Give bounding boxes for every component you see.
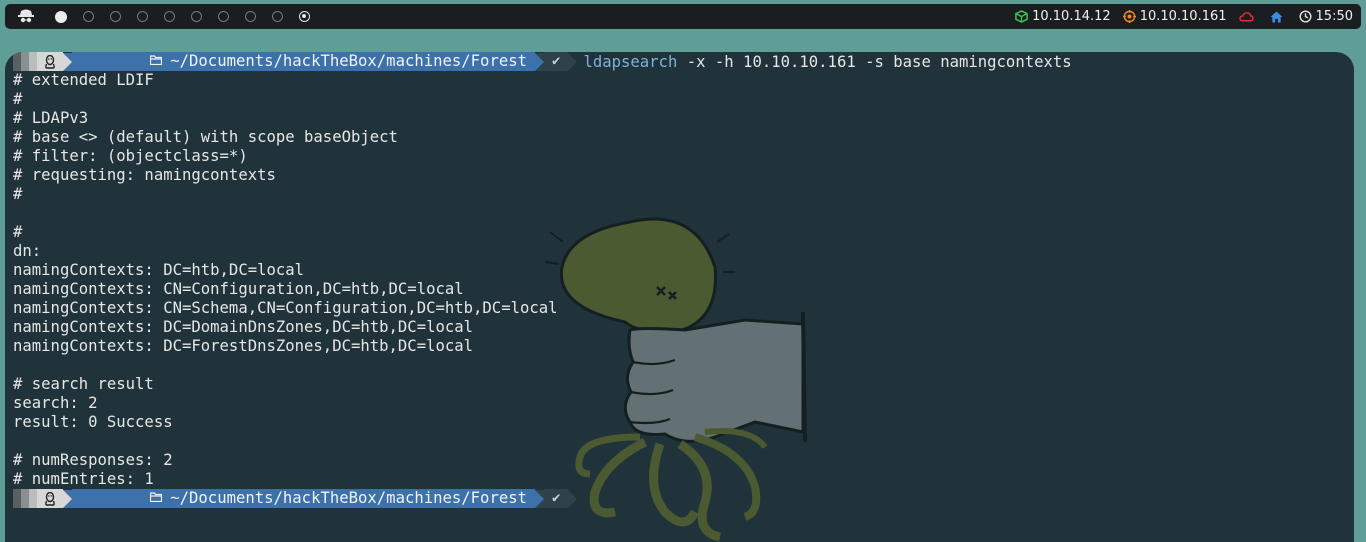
linux-icon bbox=[37, 52, 63, 71]
output-line: namingContexts: DC=DomainDnsZones,DC=htb… bbox=[13, 318, 474, 336]
prompt-decoration bbox=[13, 52, 37, 71]
checkmark-icon: ✔ bbox=[544, 52, 569, 71]
clock-indicator[interactable]: 15:50 bbox=[1299, 9, 1353, 24]
command-arguments: -x -h 10.10.10.161 -s base namingcontext… bbox=[677, 52, 1072, 71]
shell-prompt: ~/Documents/hackTheBox/machines/Forest ✔… bbox=[13, 52, 1354, 71]
checkmark-icon: ✔ bbox=[544, 489, 569, 508]
home-indicator[interactable] bbox=[1270, 10, 1287, 23]
workspace-4-indicator[interactable] bbox=[137, 11, 148, 22]
workspace-5-indicator[interactable] bbox=[164, 11, 175, 22]
cloud-indicator[interactable] bbox=[1238, 11, 1258, 23]
workspace-8-indicator[interactable] bbox=[245, 11, 256, 22]
terminal-window[interactable]: ~/Documents/hackTheBox/machines/Forest ✔… bbox=[5, 52, 1354, 542]
status-area: 10.10.14.12 10.10.10.161 15:50 bbox=[1003, 4, 1353, 29]
output-line: # search result bbox=[13, 375, 154, 393]
target-ip-text: 10.10.10.161 bbox=[1139, 9, 1227, 24]
cube-icon bbox=[1015, 10, 1028, 23]
output-line: # requesting: namingcontexts bbox=[13, 166, 276, 184]
workspace-6-indicator[interactable] bbox=[191, 11, 202, 22]
output-line: # base <> (default) with scope baseObjec… bbox=[13, 128, 398, 146]
folder-icon bbox=[78, 470, 163, 527]
output-line: # LDAPv3 bbox=[13, 109, 89, 127]
output-line: # numEntries: 1 bbox=[13, 470, 154, 488]
target-icon bbox=[1122, 10, 1136, 23]
workspace-9-indicator[interactable] bbox=[272, 11, 283, 22]
command-output: # extended LDIF # # LDAPv3 # base <> (defau… bbox=[13, 71, 1354, 489]
linux-icon bbox=[37, 489, 63, 508]
output-line: # filter: (objectclass=*) bbox=[13, 147, 248, 165]
shell-prompt-current[interactable]: ~/Documents/hackTheBox/machines/Forest ✔ bbox=[13, 489, 1354, 508]
home-icon bbox=[1270, 10, 1283, 23]
prompt-path-text: ~/Documents/hackTheBox/machines/Forest bbox=[170, 52, 528, 70]
top-status-bar: 10.10.14.12 10.10.10.161 15:50 bbox=[5, 4, 1361, 29]
clock-text: 15:50 bbox=[1315, 9, 1353, 24]
workspace-1-indicator[interactable] bbox=[55, 10, 67, 23]
output-line: # bbox=[13, 223, 23, 241]
output-line: namingContexts: DC=ForestDnsZones,DC=htb… bbox=[13, 337, 474, 355]
output-line: dn: bbox=[13, 242, 42, 260]
workspace-list bbox=[55, 4, 326, 29]
prompt-path: ~/Documents/hackTheBox/machines/Forest bbox=[72, 52, 536, 71]
prompt-decoration bbox=[13, 489, 37, 508]
prompt-path-text: ~/Documents/hackTheBox/machines/Forest bbox=[170, 489, 528, 507]
output-line: # numResponses: 2 bbox=[13, 451, 173, 469]
prompt-path: ~/Documents/hackTheBox/machines/Forest bbox=[72, 489, 536, 508]
terminal-output: ~/Documents/hackTheBox/machines/Forest ✔… bbox=[13, 52, 1354, 508]
output-line: # bbox=[13, 185, 23, 203]
output-line: namingContexts: DC=htb,DC=local bbox=[13, 261, 305, 279]
output-line: namingContexts: CN=Schema,CN=Configurati… bbox=[13, 299, 558, 317]
output-line: # extended LDIF bbox=[13, 71, 154, 89]
workspace-7-indicator[interactable] bbox=[218, 11, 229, 22]
hacker-logo-icon[interactable] bbox=[13, 8, 39, 25]
workspace-2-indicator[interactable] bbox=[83, 11, 94, 22]
command-binary: ldapsearch bbox=[583, 52, 678, 71]
command-text: ldapsearch -x -h 10.10.10.161 -s base na… bbox=[583, 53, 1071, 71]
clock-icon bbox=[1299, 10, 1312, 23]
workspace-3-indicator[interactable] bbox=[110, 11, 121, 22]
vpn-ip-text: 10.10.14.12 bbox=[1032, 9, 1111, 24]
output-line: # bbox=[13, 90, 23, 108]
output-line: search: 2 bbox=[13, 394, 98, 412]
workspace-10-indicator[interactable] bbox=[299, 11, 310, 22]
output-line: result: 0 Success bbox=[13, 413, 173, 431]
cloud-icon bbox=[1238, 11, 1254, 21]
target-ip-indicator[interactable]: 10.10.10.161 bbox=[1122, 9, 1227, 24]
output-line: namingContexts: CN=Configuration,DC=htb,… bbox=[13, 280, 464, 298]
vpn-ip-indicator[interactable]: 10.10.14.12 bbox=[1015, 9, 1111, 24]
